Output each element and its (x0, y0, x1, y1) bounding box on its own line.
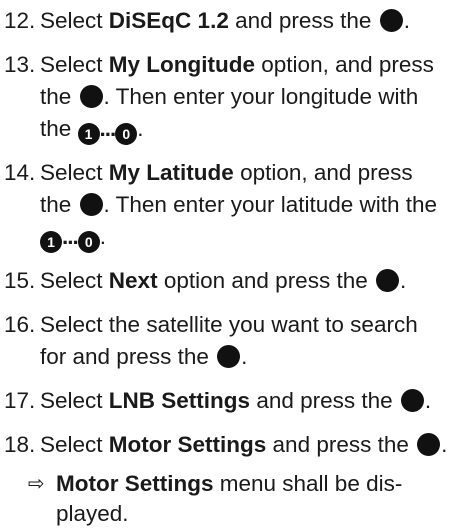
step-text: Select (40, 52, 109, 77)
instruction-page: 12. Select DiSEqC 1.2 and press the . 13… (0, 0, 469, 526)
ok-button-icon (417, 433, 441, 456)
step-12: 12. Select DiSEqC 1.2 and press the . (4, 5, 469, 37)
menu-option-name: LNB Settings (108, 388, 251, 413)
number-key-0-icon: 0 (77, 231, 100, 253)
step-text: the (40, 84, 78, 109)
step-number: 14. (4, 160, 36, 185)
step-16: 16. Select the satellite you want to sea… (4, 309, 469, 373)
step-text: Select (40, 432, 109, 457)
step-number: 13. (4, 52, 36, 77)
ok-button-icon (379, 9, 403, 32)
menu-option-name: Next (108, 268, 158, 293)
step-text: and press the (228, 8, 378, 33)
number-key-0-icon: 0 (115, 123, 138, 145)
menu-option-name: My Latitude (108, 160, 234, 185)
step-text: for and press the (40, 344, 216, 369)
menu-option-name: Motor Settings (108, 432, 267, 457)
step-text: . Then enter your longitude with (103, 84, 419, 109)
ellipsis: ... (62, 224, 79, 249)
step-line: Select DiSEqC 1.2 and press the . (40, 8, 410, 33)
step-line: Select the satellite you want to search (40, 312, 418, 337)
step-number: 17. (4, 388, 36, 413)
step-text: Select (40, 268, 109, 293)
ok-button-icon (375, 269, 399, 292)
step-number: 15. (4, 268, 36, 293)
number-key-1-icon: 1 (77, 123, 100, 145)
step-15: 15. Select Next option and press the . (4, 265, 469, 297)
step-number: 18. (4, 432, 36, 457)
ok-button-icon (79, 193, 103, 216)
ok-button-icon (400, 389, 424, 412)
ellipsis: ... (99, 116, 117, 141)
step-line: Select Motor Settings and press the . (40, 432, 448, 457)
step-text: . Then enter your latitude with the (103, 192, 438, 217)
step-text: option and press the (157, 268, 374, 293)
step-line: Select LNB Settings and press the . (40, 388, 432, 413)
step-14: 14. Select My Latitude option, and press… (4, 157, 469, 253)
step-line: for and press the . (40, 344, 248, 369)
result-line: played. (56, 501, 129, 526)
menu-option-name: DiSEqC 1.2 (108, 8, 229, 33)
result-text: menu shall be dis- (213, 471, 403, 496)
number-key-1-icon: 1 (40, 231, 62, 253)
step-text: option, and press (255, 52, 434, 77)
menu-option-name: My Longitude (108, 52, 256, 77)
step-line: Select My Longitude option, and press (40, 49, 469, 81)
step-number: 16. (4, 312, 36, 337)
step-text: Select (40, 160, 109, 185)
step-18: 18. Select Motor Settings and press the … (4, 429, 469, 461)
ok-button-icon (217, 345, 241, 368)
step-line: 1... 0. (40, 221, 469, 253)
step-line: the . Then enter your longitude with (40, 81, 469, 113)
step-line: Select Next option and press the . (40, 268, 407, 293)
step-text: and press the (250, 388, 399, 413)
step-text: Select (40, 388, 109, 413)
step-line: the . Then enter your latitude with the (40, 189, 469, 221)
step-line: the 1... 0. (40, 113, 469, 145)
step-text: the (40, 116, 78, 141)
step-13: 13. Select My Longitude option, and pres… (4, 49, 469, 145)
step-text: the (40, 192, 78, 217)
step-text: and press the (266, 432, 416, 457)
step-text: option, and press (233, 160, 413, 185)
result-line: Motor Settings menu shall be dis- (56, 469, 469, 499)
ok-button-icon (79, 85, 103, 108)
step-text: Select (40, 8, 109, 33)
menu-option-name: Motor Settings (56, 471, 214, 496)
result-arrow-icon: ⇨ (28, 473, 45, 495)
step-18-result: ⇨ Motor Settings menu shall be dis- play… (4, 469, 469, 529)
step-line: Select My Latitude option, and press (40, 157, 469, 189)
step-17: 17. Select LNB Settings and press the . (4, 385, 469, 417)
step-number: 12. (4, 8, 36, 33)
